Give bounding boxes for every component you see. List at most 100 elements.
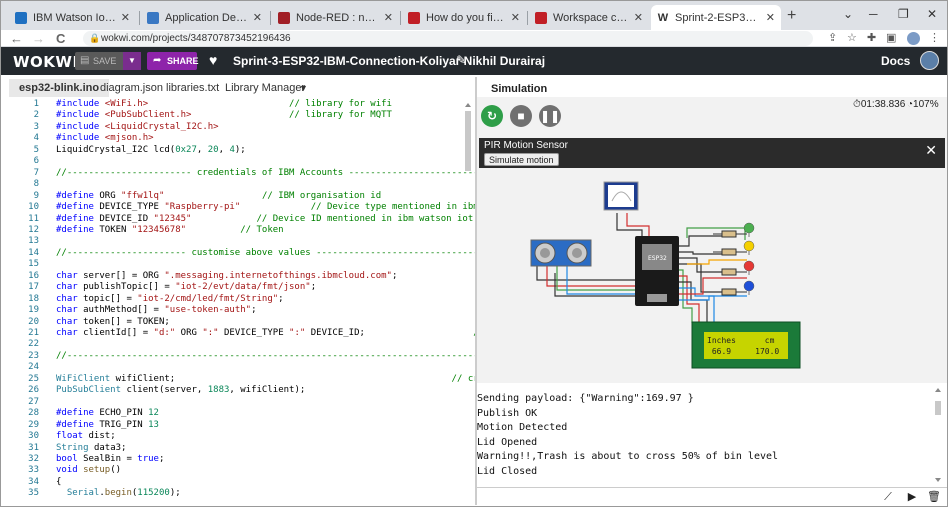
browser-tab-strip: IBM Watson IoT Platform ✕ Application De… — [1, 1, 947, 30]
browser-menu-icon[interactable]: ⋮ — [929, 31, 940, 46]
ultrasonic-sensor[interactable] — [530, 239, 592, 267]
code-text: Serial.begin(115200); — [56, 488, 181, 499]
project-title[interactable]: Sprint-3-ESP32-IBM-Connection-Koliyar Ni… — [233, 54, 545, 68]
cloud-favicon-icon — [147, 11, 159, 24]
code-token: char — [56, 270, 84, 281]
code-token: ORG — [99, 190, 122, 201]
reload-button[interactable]: C — [56, 30, 65, 47]
stop-simulation-button[interactable]: ■ — [510, 105, 532, 127]
user-avatar[interactable] — [920, 51, 939, 70]
serial-monitor[interactable]: Sending payload: {"Warning":169.97 } Publ… — [477, 383, 947, 487]
line-number: 22 — [28, 339, 39, 350]
plotter-chart-icon[interactable]: ⟋ — [879, 488, 897, 506]
browser-tab-missing-numbers[interactable]: How do you find missing n ✕ — [402, 5, 526, 30]
trash-icon[interactable]: 🗑 — [925, 488, 943, 506]
extensions-puzzle-icon[interactable]: ✚ — [867, 31, 876, 46]
docs-link[interactable]: Docs — [881, 54, 910, 68]
browser-tab-ibm-watson[interactable]: IBM Watson IoT Platform ✕ — [9, 5, 136, 30]
code-token: #include — [56, 99, 105, 109]
tab-search-icon[interactable]: ⌄ — [843, 7, 853, 21]
line-number: 25 — [28, 373, 39, 384]
lock-icon: 🔒 — [89, 33, 101, 43]
code-text: bool SealBin = true; — [56, 454, 164, 465]
url-bar[interactable]: 🔒 wokwi.com/projects/348707873452196436 — [83, 31, 813, 46]
profile-avatar[interactable] — [907, 32, 920, 45]
serial-line: Lid Closed — [477, 466, 538, 477]
browser-tab-workspace[interactable]: Workspace contains some ✕ — [529, 5, 649, 30]
wokwi-logo[interactable]: WOKWI — [13, 53, 79, 71]
code-token: 20 — [207, 144, 219, 155]
browser-tab-application-details[interactable]: Application Details - IBM C ✕ — [141, 5, 268, 30]
share-page-icon[interactable]: ⇪ — [828, 31, 837, 46]
close-icon[interactable]: ✕ — [253, 11, 262, 24]
editor-scrollbar[interactable] — [463, 101, 473, 497]
code-text: void setup() — [56, 465, 121, 476]
led[interactable] — [743, 240, 755, 255]
ibm-watson-favicon-icon — [15, 11, 27, 24]
close-icon[interactable]: ✕ — [384, 11, 393, 24]
window-close-button[interactable]: ✕ — [927, 7, 937, 21]
code-text: #define ECHO_PIN 12 — [56, 408, 159, 419]
code-token: ":" — [289, 328, 306, 338]
save-icon: ▤ — [80, 55, 90, 66]
code-token: // authenti — [257, 305, 476, 315]
code-token: , — [218, 144, 230, 155]
code-token: <WiFi.h> — [104, 99, 149, 109]
led[interactable] — [743, 280, 755, 295]
code-token: char — [56, 282, 84, 293]
chevron-down-icon[interactable]: ▼ — [123, 52, 141, 70]
close-icon[interactable]: ✕ — [121, 11, 130, 24]
play-icon[interactable]: ▶ — [903, 488, 921, 506]
code-text: char server[] = ORG ".messaging.internet… — [56, 271, 475, 282]
code-token: char — [56, 328, 84, 338]
browser-tab-node-red[interactable]: Node-RED : node-red-ksqje ✕ — [272, 5, 399, 30]
code-token: ; — [158, 453, 165, 464]
serial-scrollbar[interactable] — [933, 387, 943, 485]
maximize-button[interactable]: ❐ — [898, 7, 909, 21]
share-button[interactable]: ➦ SHARE — [147, 52, 199, 70]
browser-tab-wokwi-active[interactable]: W Sprint-2-ESP32-IBM-Conne ✕ — [651, 5, 781, 30]
close-icon[interactable]: ✕ — [766, 11, 775, 24]
heart-icon[interactable]: ♥ — [209, 52, 217, 68]
serial-line: Sending payload: {"Warning":169.97 } — [477, 393, 694, 404]
line-number: 3 — [33, 121, 39, 132]
code-token: "d:" — [153, 328, 176, 338]
line-number: 35 — [28, 488, 39, 499]
restart-simulation-button[interactable]: ↻ — [481, 105, 503, 127]
minimize-button[interactable]: ─ — [869, 7, 878, 21]
sidebar-panel-icon[interactable]: ▣ — [886, 31, 896, 46]
led[interactable] — [743, 260, 755, 275]
editor-tabs-dropdown-icon[interactable]: ▼ — [289, 79, 318, 97]
edit-pencil-icon[interactable]: ✎ — [456, 53, 466, 67]
pir-motion-sensor[interactable] — [603, 181, 639, 211]
code-token: topic[] = — [83, 293, 138, 304]
new-tab-button[interactable]: + — [787, 7, 796, 25]
code-token: () — [110, 465, 122, 476]
simulation-performance: ◔107% — [907, 99, 939, 110]
back-button[interactable]: ← — [10, 30, 23, 47]
save-label: SAVE — [93, 56, 117, 66]
code-editor[interactable]: 1 #include <WiFi.h> // library for wifi 2 #… — [1, 97, 475, 505]
simulate-motion-button[interactable]: Simulate motion — [484, 153, 559, 166]
lcd-display[interactable]: Inches cm 66.9 170.0 — [691, 321, 801, 369]
code-text: #include <WiFi.h> // library for wifi — [56, 99, 392, 110]
code-token: dist; — [88, 431, 116, 442]
code-token: // Device type mentioned in ibm watson — [310, 202, 475, 213]
close-icon[interactable]: ✕ — [925, 142, 937, 159]
bookmark-star-icon[interactable]: ☆ — [847, 31, 857, 46]
pause-simulation-button[interactable]: ❚❚ — [539, 105, 561, 127]
code-token: float — [56, 431, 89, 442]
code-token: "ffw1lq" — [121, 190, 165, 201]
code-token: "12345678" — [131, 224, 187, 235]
esp32-label: ESP32 — [648, 255, 667, 262]
code-token: setup — [83, 465, 111, 476]
code-token: void — [56, 465, 84, 476]
close-icon[interactable]: ✕ — [634, 11, 643, 24]
wokwi-header: WOKWI ▤ SAVE ▼ ➦ SHARE ♥ Sprint-3-ESP32-… — [1, 47, 947, 75]
esp32-board[interactable]: ESP32 — [635, 236, 679, 306]
close-icon[interactable]: ✕ — [511, 11, 520, 24]
save-button[interactable]: ▤ SAVE ▼ — [75, 52, 141, 70]
code-text: PubSubClient client(server, 1883, wifiCl… — [56, 385, 305, 396]
forward-button[interactable]: → — [32, 30, 45, 47]
